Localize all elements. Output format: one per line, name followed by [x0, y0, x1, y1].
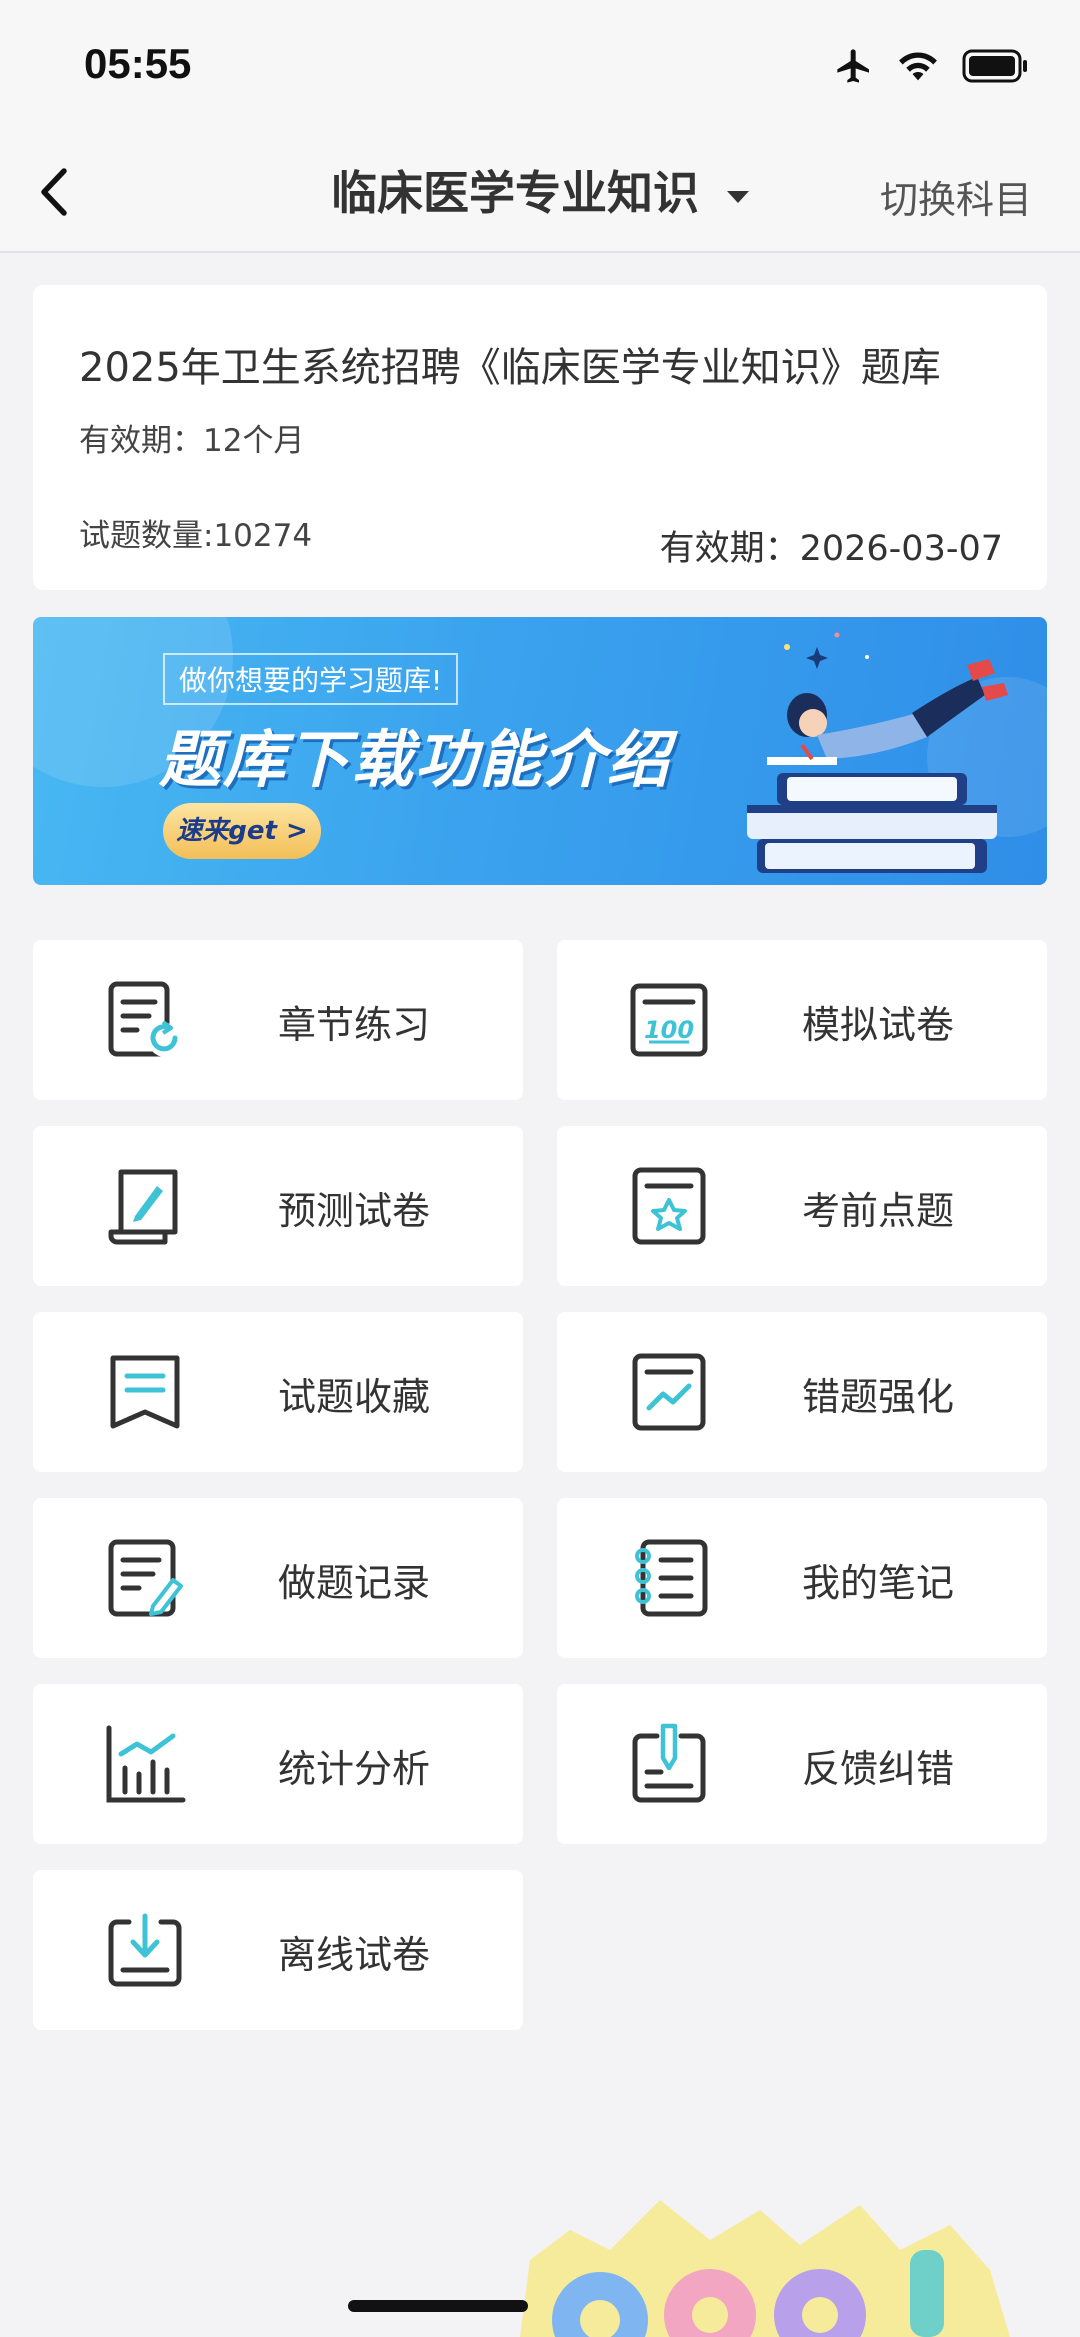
status-bar: 05:55: [0, 0, 1080, 135]
banner-subtitle: 做你想要的学习题库!: [163, 653, 459, 705]
menu-label: 预测试卷: [278, 1189, 431, 1233]
menu-item-wrong-answers[interactable]: 错题强化: [557, 1312, 1047, 1472]
page-title: 临床医学专业知识: [331, 166, 699, 220]
menu-label: 模拟试卷: [802, 1003, 955, 1047]
menu-label: 错题强化: [802, 1375, 955, 1419]
switch-subject-button[interactable]: 切换科目: [880, 169, 1032, 224]
expiry-date: 有效期：2026-03-07: [659, 529, 1003, 569]
menu-item-offline-paper[interactable]: 离线试卷: [33, 1870, 523, 2030]
menu-item-prediction-paper[interactable]: 预测试卷: [33, 1126, 523, 1286]
menu-item-statistics[interactable]: 统计分析: [33, 1684, 523, 1844]
banner-title: 题库下载功能介绍: [159, 723, 672, 796]
offline-download-icon: [108, 1913, 182, 1987]
bookmark-icon: [110, 1355, 180, 1429]
mock-exam-icon: 100: [630, 983, 708, 1057]
practice-record-icon: [108, 1539, 183, 1617]
cool-sticker-decoration: [520, 2200, 1010, 2337]
menu-item-mock-exam[interactable]: 100 模拟试卷: [557, 940, 1047, 1100]
menu-label: 做题记录: [278, 1561, 431, 1605]
menu-label: 试题收藏: [278, 1375, 431, 1419]
nav-bar: 临床医学专业知识 切换科目: [0, 135, 1080, 253]
menu-label: 考前点题: [802, 1189, 955, 1233]
download-feature-banner[interactable]: 做你想要的学习题库! 题库下载功能介绍 速来get >: [33, 617, 1047, 885]
menu-label: 统计分析: [278, 1747, 431, 1791]
wifi-icon: [899, 52, 937, 81]
menu-item-practice-record[interactable]: 做题记录: [33, 1498, 523, 1658]
status-icons: [834, 46, 1030, 86]
bank-title: 2025年卫生系统招聘《临床医学专业知识》题库: [79, 345, 941, 391]
svg-text:100: 100: [644, 1016, 694, 1044]
banner-get-button[interactable]: 速来get >: [163, 803, 321, 859]
wrong-answers-icon: [632, 1353, 706, 1431]
studying-illustration: [747, 632, 1008, 873]
chapter-practice-icon: [108, 981, 182, 1057]
question-count: 试题数量:10274: [79, 518, 313, 554]
pre-exam-tips-icon: [632, 1167, 706, 1245]
menu-label: 章节练习: [278, 1003, 431, 1047]
home-indicator[interactable]: [348, 2300, 528, 2312]
menu-label: 我的笔记: [802, 1561, 955, 1605]
battery-icon: [962, 49, 1027, 83]
menu-item-chapter-practice[interactable]: 章节练习: [33, 940, 523, 1100]
question-bank-card: 2025年卫生系统招聘《临床医学专业知识》题库 有效期：12个月 试题数量:10…: [33, 285, 1047, 590]
airplane-icon: [837, 49, 869, 83]
menu-item-pre-exam-tips[interactable]: 考前点题: [557, 1126, 1047, 1286]
prediction-paper-icon: [108, 1169, 178, 1245]
menu-label: 反馈纠错: [802, 1747, 955, 1791]
caret-down-icon: [727, 190, 749, 203]
menu-item-feedback[interactable]: 反馈纠错: [557, 1684, 1047, 1844]
validity-period: 有效期：12个月: [79, 423, 305, 459]
status-time: 05:55: [84, 40, 192, 87]
notebook-icon: [635, 1539, 708, 1617]
menu-label: 离线试卷: [278, 1933, 431, 1977]
statistics-icon: [106, 1725, 186, 1803]
menu-item-bookmarks[interactable]: 试题收藏: [33, 1312, 523, 1472]
feedback-icon: [632, 1723, 706, 1803]
menu-item-notebook[interactable]: 我的笔记: [557, 1498, 1047, 1658]
